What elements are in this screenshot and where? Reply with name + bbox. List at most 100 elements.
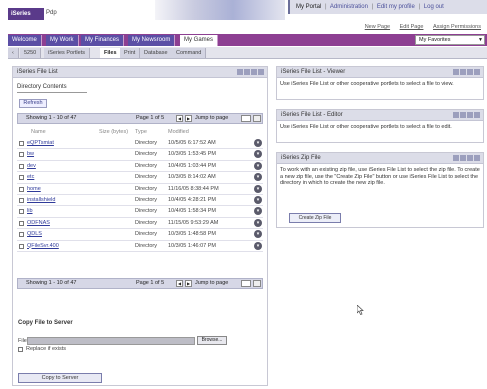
actions-icon[interactable]: ▾ (254, 218, 262, 227)
row-checkbox[interactable] (19, 141, 24, 146)
row-checkbox[interactable] (19, 186, 24, 192)
file-input[interactable] (27, 337, 195, 345)
file-name-link[interactable]: lib (27, 206, 33, 216)
file-name-link[interactable]: dev (27, 161, 36, 171)
help-icon[interactable] (453, 112, 459, 118)
row-checkbox[interactable] (19, 163, 24, 169)
portlet-title: iSeries File List (17, 69, 58, 75)
minimize-icon[interactable] (467, 155, 473, 161)
file-name-link[interactable]: QDLS (27, 229, 42, 239)
actions-icon[interactable]: ▾ (254, 230, 262, 239)
pager-top: Showing 1 - 10 of 47 Page 1 of 5 ◀ ▶ Jum… (17, 113, 263, 124)
refresh-button[interactable]: Refresh (19, 99, 47, 108)
favorites-value: My Favorites (419, 37, 451, 43)
col-size[interactable]: Size (bytes) (99, 129, 128, 135)
row-checkbox[interactable] (19, 232, 24, 238)
file-name-link[interactable]: installshield (27, 195, 55, 205)
assign-permissions-link[interactable]: Assign Permissions (433, 24, 481, 30)
collapse-icon[interactable]: ‹ (8, 48, 19, 58)
go-button[interactable] (253, 115, 261, 122)
row-checkbox[interactable] (19, 175, 24, 181)
actions-icon[interactable]: ▾ (254, 207, 262, 216)
portlet-controls (452, 155, 480, 166)
maximize-icon[interactable] (474, 69, 480, 75)
col-type[interactable]: Type (135, 129, 147, 135)
mouse-cursor-icon (357, 305, 364, 315)
jump-page-input[interactable] (241, 280, 251, 287)
viewer-portlet: iSeries File List - Viewer Use iSeries F… (276, 66, 484, 100)
file-name-link[interactable]: etc (27, 172, 34, 182)
col-name[interactable]: Name (31, 129, 46, 135)
tab-my-games[interactable]: My Games (180, 35, 219, 46)
portal-links-bar: My Portal | Administration | Edit my pro… (288, 0, 487, 14)
file-name-link[interactable]: bw (27, 149, 34, 159)
subtab-5250[interactable]: 5250 (20, 48, 42, 58)
next-page-icon[interactable]: ▶ (185, 115, 192, 122)
top-header: iSeries Pdp My Portal | Administration |… (0, 0, 487, 22)
file-name-link[interactable]: ODFNAS (27, 218, 50, 228)
help-icon[interactable] (453, 69, 459, 75)
file-name-link[interactable]: eQPTsmiat (27, 138, 54, 148)
file-modified: 11/16/05 8:38:44 PM (168, 185, 219, 192)
minimize-icon[interactable] (467, 69, 473, 75)
actions-icon[interactable]: ▾ (254, 139, 262, 147)
actions-icon[interactable]: ▾ (254, 195, 262, 204)
edit-icon[interactable] (460, 112, 466, 118)
logout-link[interactable]: Log out (424, 4, 444, 10)
browse-button[interactable]: Browse... (197, 336, 227, 345)
maximize-icon[interactable] (474, 155, 480, 161)
actions-icon[interactable]: ▾ (254, 173, 262, 182)
row-checkbox[interactable] (19, 152, 24, 158)
prev-page-icon[interactable]: ◀ (176, 280, 183, 287)
tab-welcome[interactable]: Welcome (8, 35, 42, 46)
tab-my-finances[interactable]: My Finances (81, 35, 125, 46)
subtab-files[interactable]: Files (100, 48, 122, 58)
col-modified[interactable]: Modified (168, 129, 189, 135)
row-checkbox[interactable] (19, 243, 24, 249)
edit-icon[interactable] (244, 69, 250, 75)
subtab-command[interactable]: Command (172, 48, 207, 58)
replace-checkbox[interactable] (18, 347, 23, 352)
file-modified: 10/3/05 1:48:58 PM (168, 231, 217, 238)
copy-to-server-button[interactable]: Copy to Server (18, 373, 102, 383)
jump-page-input[interactable] (241, 115, 251, 122)
actions-icon[interactable]: ▾ (254, 241, 262, 250)
new-page-link[interactable]: New Page (365, 24, 390, 30)
actions-icon[interactable]: ▾ (254, 161, 262, 170)
table-row: installshield Directory 10/4/05 4:28:21 PM… (17, 195, 263, 207)
file-modified: 10/4/05 4:28:21 PM (168, 196, 217, 203)
subtab-print[interactable]: Print (120, 48, 141, 58)
minimize-icon[interactable] (467, 112, 473, 118)
file-name-link[interactable]: QFileSvr.400 (27, 241, 59, 251)
minimize-icon[interactable] (251, 69, 257, 75)
maximize-icon[interactable] (258, 69, 264, 75)
favorites-select[interactable]: My Favorites ▼ (415, 35, 485, 45)
admin-link[interactable]: Administration (330, 4, 368, 10)
actions-icon[interactable]: ▾ (254, 150, 262, 159)
edit-page-link[interactable]: Edit Page (400, 24, 424, 30)
row-checkbox[interactable] (19, 209, 24, 215)
help-icon[interactable] (453, 155, 459, 161)
tab-my-work[interactable]: My Work (46, 35, 79, 46)
file-name-link[interactable]: home (27, 184, 41, 194)
prev-page-icon[interactable]: ◀ (176, 115, 183, 122)
help-icon[interactable] (237, 69, 243, 75)
next-page-icon[interactable]: ▶ (185, 280, 192, 287)
row-checkbox[interactable] (19, 197, 24, 203)
jump-label: Jump to page (195, 280, 229, 286)
edit-profile-link[interactable]: Edit my profile (377, 4, 415, 10)
subtab-database[interactable]: Database (140, 48, 173, 58)
actions-icon[interactable]: ▾ (254, 184, 262, 193)
row-checkbox[interactable] (19, 220, 24, 226)
file-type: Directory (135, 242, 158, 249)
tab-my-newsroom[interactable]: My Newsroom (128, 35, 176, 46)
page-actions: New Page Edit Page Assign Permissions (357, 24, 481, 30)
subtab-iseries-portlets[interactable]: iSeries Portlets (44, 48, 90, 58)
maximize-icon[interactable] (474, 112, 480, 118)
editor-title: iSeries File List - Editor (281, 112, 343, 118)
banner-graphic (155, 0, 285, 20)
create-zip-button[interactable]: Create Zip File (289, 213, 341, 223)
edit-icon[interactable] (460, 155, 466, 161)
edit-icon[interactable] (460, 69, 466, 75)
go-button[interactable] (253, 280, 261, 287)
